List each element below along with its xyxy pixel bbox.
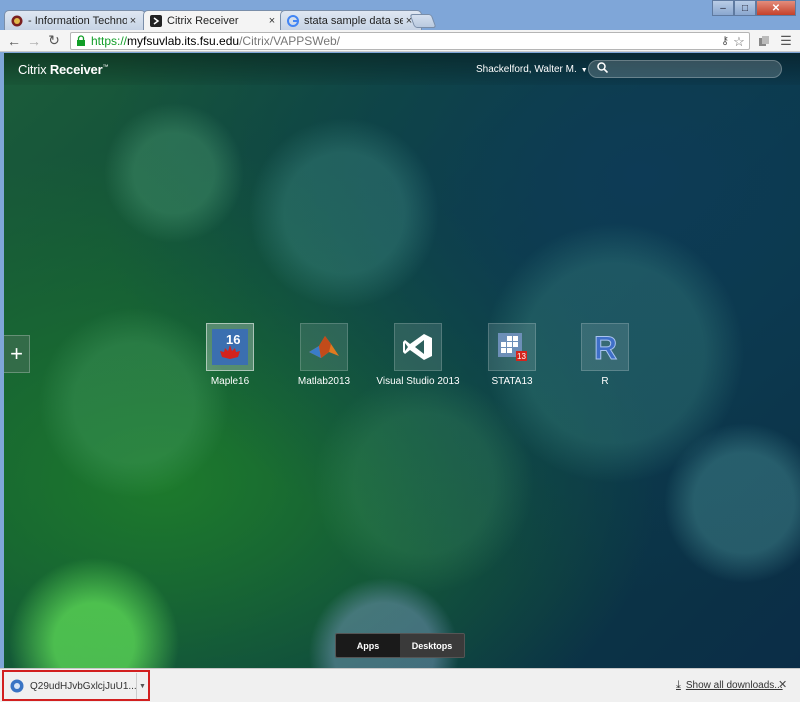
tab-citrix-receiver[interactable]: Citrix Receiver × <box>143 10 285 31</box>
close-shelf-icon[interactable]: ✕ <box>778 678 787 691</box>
app-name: Matlab2013 <box>297 376 351 387</box>
tab-close-icon[interactable]: × <box>127 15 139 27</box>
url-path: /Citrix/VAPPSWeb/ <box>239 34 341 48</box>
citrix-receiver-page: Citrix Receiver™ Shackelford, Walter M. ▼… <box>4 53 800 668</box>
download-icon: ⤓ <box>676 679 681 691</box>
minimize-button[interactable]: – <box>712 0 734 16</box>
app-tile[interactable]: 13 <box>488 323 536 371</box>
window-controls: – □ ✕ <box>712 0 796 16</box>
search-icon <box>597 62 609 76</box>
extension-icon[interactable] <box>756 33 772 49</box>
app-name: R <box>601 376 609 387</box>
bookmark-star-icon[interactable]: ☆ <box>733 34 745 50</box>
reload-button[interactable]: ↻ <box>44 31 64 51</box>
citrix-icon <box>150 15 162 27</box>
citrix-receiver-logo: Citrix Receiver™ <box>18 62 109 77</box>
browser-window: - Information Technology × Citrix Receiv… <box>0 0 800 702</box>
search-input[interactable] <box>614 63 773 75</box>
app-maple16[interactable]: 16 Maple16 <box>183 323 277 387</box>
url-host: myfsuvlab.its.fsu.edu <box>127 34 240 48</box>
lock-icon <box>75 35 87 47</box>
app-visual-studio-2013[interactable]: Visual Studio 2013 <box>371 323 465 387</box>
r-icon: R <box>594 331 618 363</box>
fsu-seal-icon <box>11 15 23 27</box>
url-scheme: https:// <box>91 34 128 48</box>
download-shelf: Q29udHJvbGxlcjJuU1....ica ▼ ⤓ Show all d… <box>0 668 800 702</box>
app-name: Maple16 <box>210 376 250 387</box>
show-all-downloads-link[interactable]: ⤓ Show all downloads... <box>676 679 783 692</box>
app-search-box <box>588 60 782 78</box>
tab-title: - Information Technology <box>28 14 127 27</box>
maximize-button[interactable]: □ <box>734 0 756 16</box>
new-tab-button[interactable] <box>409 14 437 28</box>
close-window-button[interactable]: ✕ <box>756 0 796 16</box>
browser-toolbar: ← → ↻ https://myfsuvlab.its.fsu.edu/Citr… <box>0 30 800 52</box>
tab-information-technology[interactable]: - Information Technology × <box>4 10 146 30</box>
tab-title: Citrix Receiver <box>167 15 239 27</box>
app-tile[interactable]: 16 <box>206 323 254 371</box>
tab-stata-sample-data[interactable]: stata sample data sets - Go × <box>280 10 422 30</box>
app-tile[interactable] <box>394 323 442 371</box>
back-button[interactable]: ← <box>4 31 24 51</box>
app-tile[interactable] <box>300 323 348 371</box>
app-name: Visual Studio 2013 <box>376 376 460 387</box>
app-stata13[interactable]: 13 STATA13 <box>465 323 559 387</box>
stata-icon: 13 <box>498 333 527 361</box>
svg-text:16: 16 <box>226 332 240 347</box>
visual-studio-icon <box>403 334 432 360</box>
app-tile[interactable]: R <box>581 323 629 371</box>
svg-text:13: 13 <box>517 352 526 361</box>
menu-icon[interactable]: ☰ <box>778 33 794 49</box>
user-name: Shackelford, Walter M. <box>476 64 577 75</box>
tab-title: stata sample data sets - Go <box>304 14 403 27</box>
address-bar[interactable]: https://myfsuvlab.its.fsu.edu/Citrix/VAP… <box>70 32 750 50</box>
desktops-view-button[interactable]: Desktops <box>400 634 464 657</box>
add-apps-button[interactable]: + <box>4 335 30 373</box>
receiver-header: Citrix Receiver™ Shackelford, Walter M. ▼ <box>4 53 800 85</box>
forward-button[interactable]: → <box>24 31 44 51</box>
view-toggle: Apps Desktops <box>335 633 465 658</box>
app-r[interactable]: R R <box>558 323 652 387</box>
download-item[interactable]: Q29udHJvbGxlcjJuU1....ica ▼ <box>4 672 148 700</box>
matlab-icon <box>309 336 339 358</box>
tab-strip: - Information Technology × Citrix Receiv… <box>0 0 800 31</box>
download-filename: Q29udHJvbGxlcjJuU1....ica <box>30 680 136 692</box>
google-icon <box>287 14 299 27</box>
tab-close-icon[interactable]: × <box>266 15 278 27</box>
svg-text:R: R <box>594 331 617 363</box>
app-matlab2013[interactable]: Matlab2013 <box>277 323 371 387</box>
app-name: STATA13 <box>491 376 533 387</box>
show-all-label: Show all downloads... <box>685 680 783 691</box>
ica-file-icon <box>10 679 24 693</box>
chevron-down-icon: ▼ <box>580 67 588 74</box>
user-menu[interactable]: Shackelford, Walter M. ▼ <box>476 64 588 75</box>
maple-icon: 16 <box>212 329 248 365</box>
chevron-down-icon[interactable]: ▼ <box>136 673 148 699</box>
apps-view-button[interactable]: Apps <box>336 634 400 657</box>
key-icon[interactable]: ⚷ <box>721 34 729 50</box>
